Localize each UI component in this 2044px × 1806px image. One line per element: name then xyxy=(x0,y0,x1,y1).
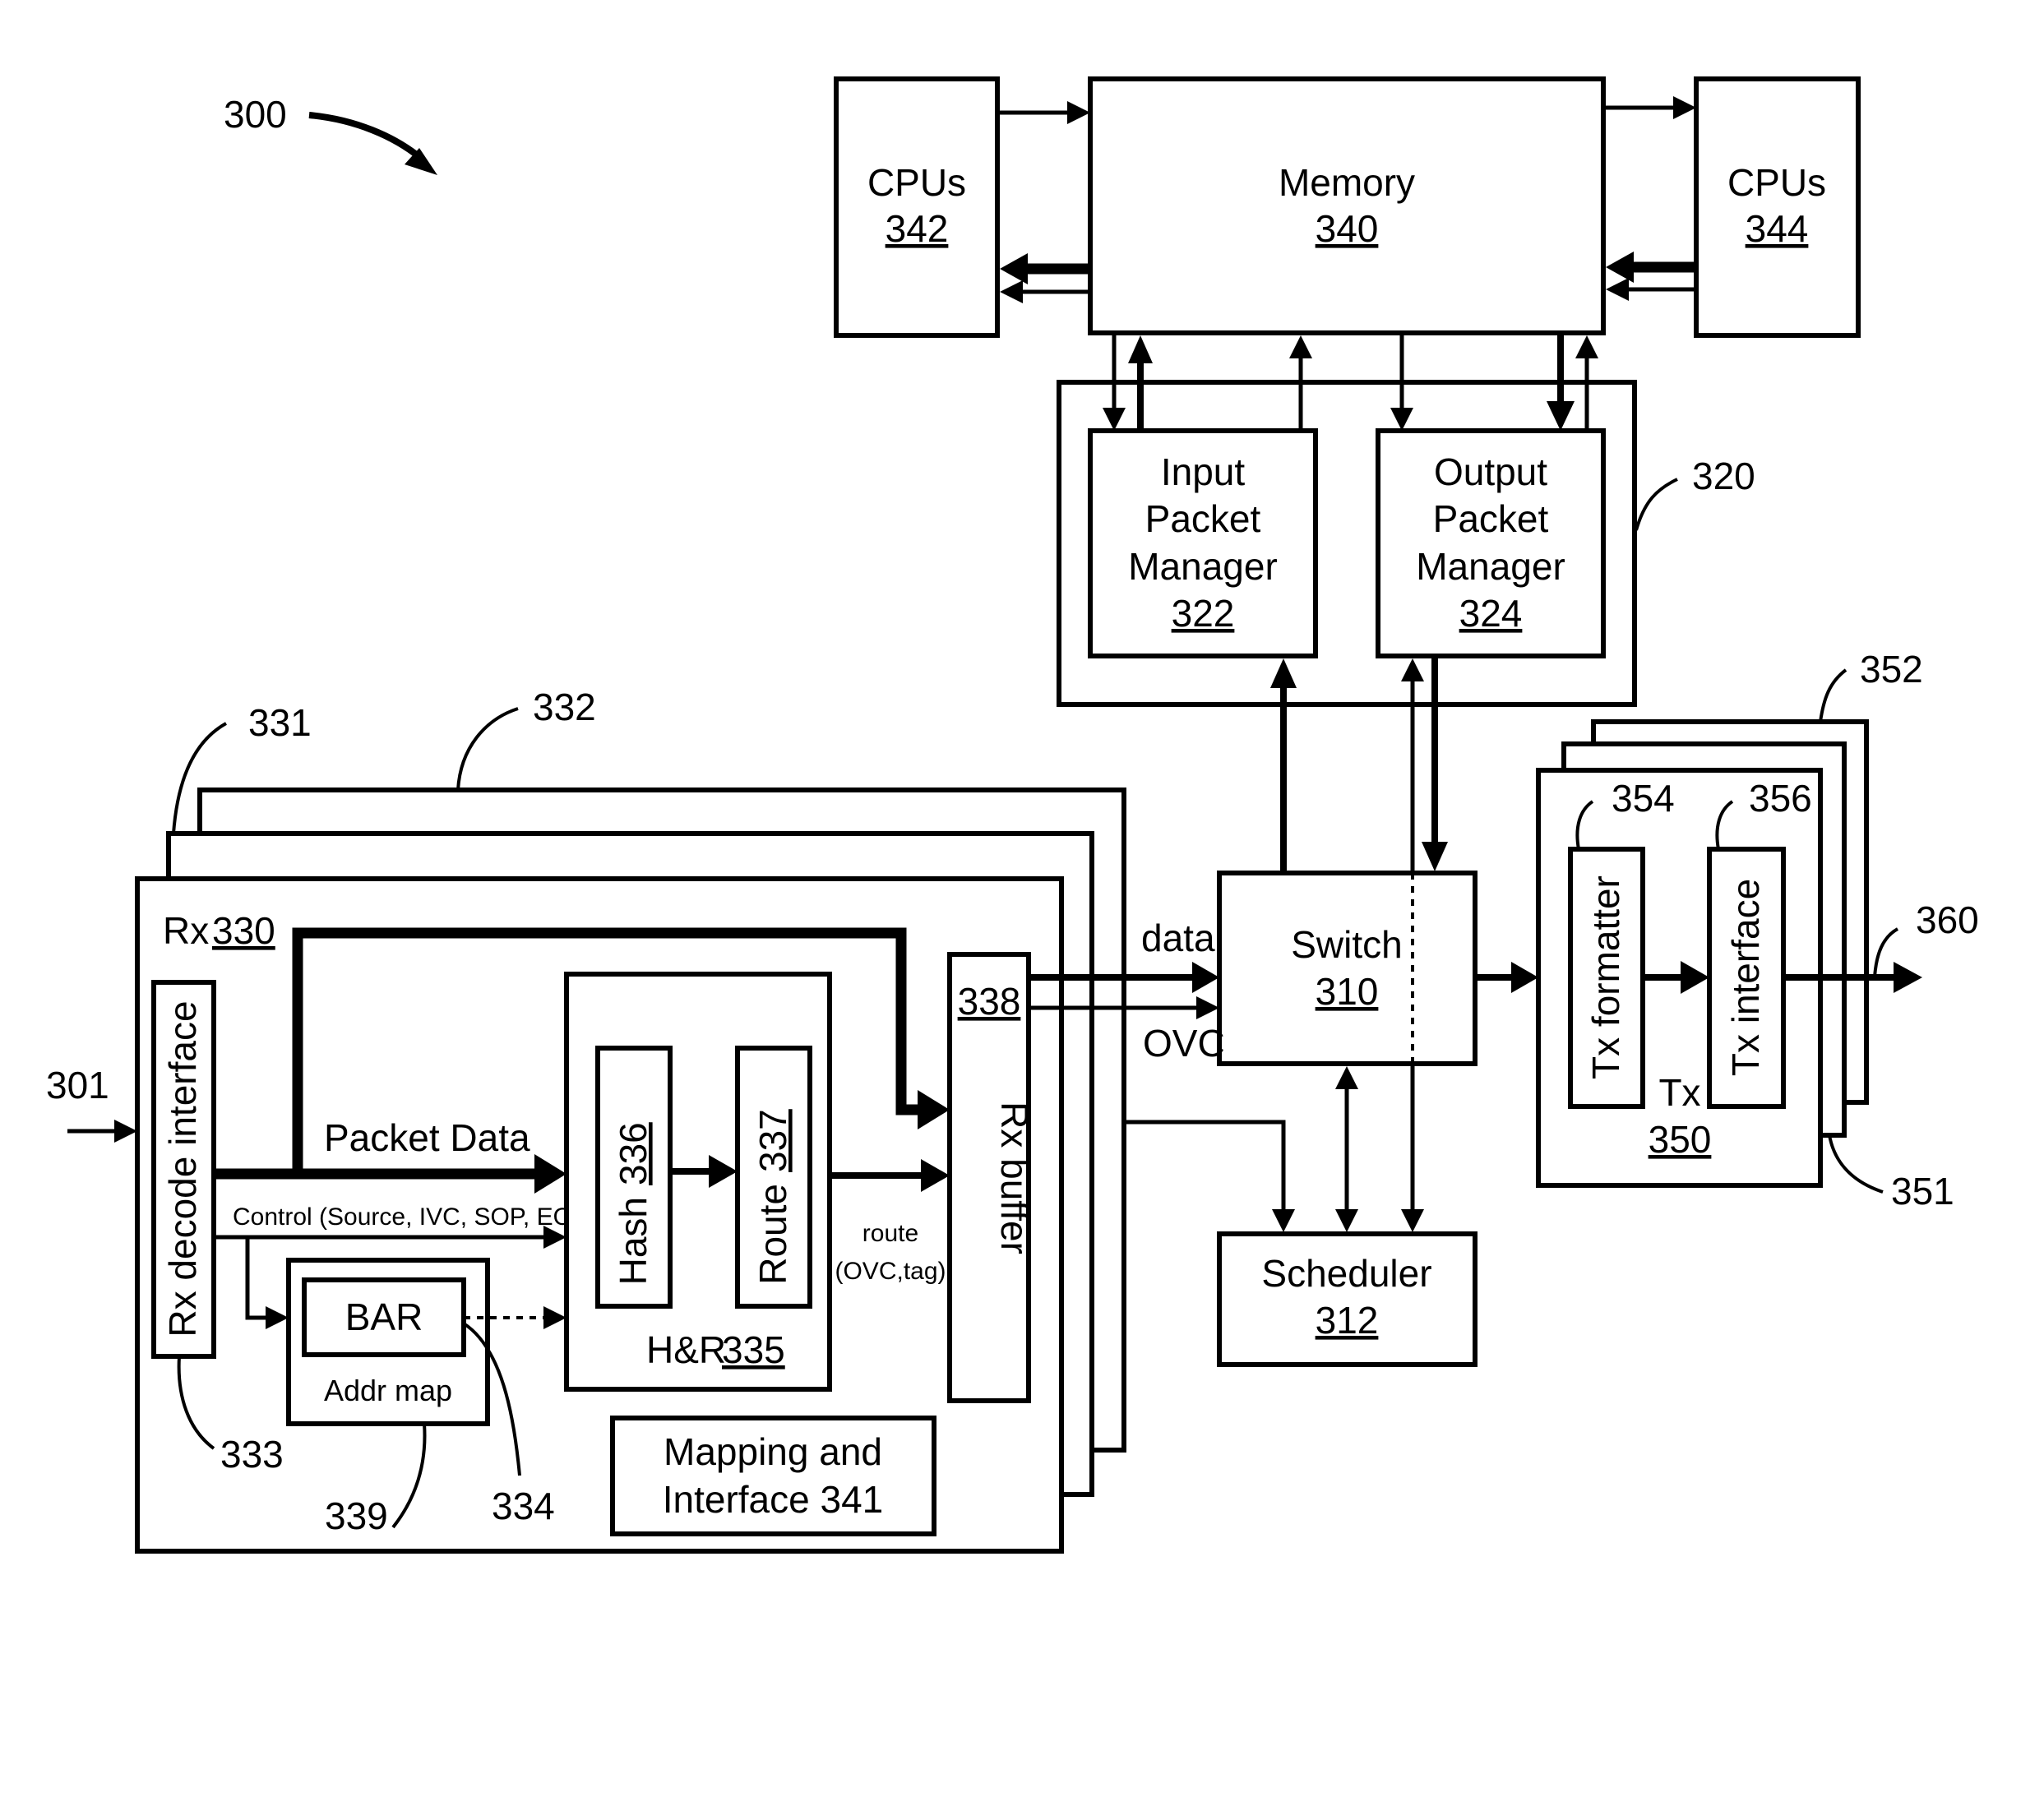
switch-box xyxy=(1217,871,1478,1066)
rx-input: 301 xyxy=(46,1064,137,1143)
tx-interface-ref: 356 xyxy=(1749,777,1812,820)
rx-332-leader xyxy=(456,707,519,791)
rx-decode-interface-ref: 333 xyxy=(220,1433,284,1476)
ovc-label: OVC xyxy=(1143,1022,1225,1065)
switch-ref: 310 xyxy=(1316,970,1379,1013)
tx-title-text: Tx xyxy=(1658,1071,1700,1114)
hash-route-title: H&R xyxy=(646,1328,726,1371)
hash-route-block: H&R 335 Hash 336 Route 337 xyxy=(564,972,832,1392)
rx-332-ref: 332 xyxy=(533,686,596,728)
tx-351-leader xyxy=(1828,1134,1884,1194)
tx-output-arrowhead xyxy=(1894,962,1922,993)
hash-label: Hash xyxy=(612,1197,654,1285)
rx-input-arrowhead xyxy=(114,1120,137,1143)
rx-buffer-block: 338 Rx buffer xyxy=(947,952,1036,1403)
cpus-left-block: CPUs 342 xyxy=(834,76,1000,338)
hash-label-group: Hash 336 xyxy=(612,1122,654,1285)
tx-352-ref: 352 xyxy=(1860,648,1923,691)
tx-formatter-label: Tx formatter xyxy=(1584,875,1627,1079)
mapping-interface-line-1: Mapping and xyxy=(664,1430,882,1473)
rx-331-ref: 331 xyxy=(248,701,312,744)
route-ref: 337 xyxy=(751,1109,794,1172)
scheduler-ref: 312 xyxy=(1316,1299,1379,1342)
data-label: data xyxy=(1141,917,1215,959)
route-label-group: Route 337 xyxy=(751,1109,794,1285)
route-label: Route xyxy=(751,1184,794,1285)
ovc-arrowhead xyxy=(1196,996,1219,1019)
rx-title: Rx 330 xyxy=(163,909,275,952)
cpus-right-block: CPUs 344 xyxy=(1694,76,1861,338)
tx-formatter-ref: 354 xyxy=(1612,777,1675,820)
tx-351-ref: 351 xyxy=(1891,1170,1954,1212)
hash-ref: 336 xyxy=(612,1122,654,1185)
packet-manager-group-ref: 320 xyxy=(1692,455,1755,497)
scheduler-block: Scheduler 312 xyxy=(1217,1231,1478,1367)
cpus-right-ref: 344 xyxy=(1746,207,1809,250)
mapping-interface-block: Mapping and Interface 341 xyxy=(610,1416,936,1536)
mapping-interface-line-2: Interface 341 xyxy=(663,1478,884,1521)
cpus-left-ref: 342 xyxy=(886,207,949,250)
rx-input-ref: 301 xyxy=(46,1064,109,1106)
bar-label: BAR xyxy=(345,1296,423,1338)
tx-352-leader xyxy=(1819,668,1847,723)
input-packet-manager-line-1: Input xyxy=(1161,450,1246,493)
output-packet-manager-block: Output Packet Manager 324 xyxy=(1376,428,1606,658)
rx-buffer-label: Rx buffer xyxy=(993,1102,1036,1254)
tx-interface-label: Tx interface xyxy=(1724,879,1767,1076)
figure-reference: 300 xyxy=(224,93,437,175)
rx-decode-interface-label: Rx decode interface xyxy=(161,1000,204,1337)
addr-map-ref: 339 xyxy=(325,1494,388,1537)
tx-output-ref: 360 xyxy=(1916,898,1979,941)
network-device-block-diagram: 300 CPUs 342 Memory 340 CPUs 344 320 Inp… xyxy=(46,76,1979,1554)
packet-manager-group-leader xyxy=(1635,478,1678,531)
switch-block: Switch 310 xyxy=(1217,871,1478,1066)
input-packet-manager-block: Input Packet Manager 322 xyxy=(1088,428,1318,658)
memory-title: Memory xyxy=(1279,161,1415,204)
rx-ref: 330 xyxy=(212,909,275,952)
control-label: Control (Source, IVC, SOP, EOP) xyxy=(233,1203,597,1231)
addr-map-label: Addr map xyxy=(324,1374,452,1407)
data-arrowhead xyxy=(1192,962,1219,993)
figure-number: 300 xyxy=(224,93,287,136)
packet-data-label: Packet Data xyxy=(324,1116,530,1159)
rx-title-text: Rx xyxy=(163,909,209,952)
hash-route-ref: 335 xyxy=(722,1328,785,1371)
output-packet-manager-line-1: Output xyxy=(1434,450,1547,493)
memory-box xyxy=(1088,76,1606,335)
output-packet-manager-line-2: Packet xyxy=(1433,497,1549,540)
input-packet-manager-line-2: Packet xyxy=(1145,497,1261,540)
scheduler-title: Scheduler xyxy=(1261,1252,1431,1295)
memory-block: Memory 340 xyxy=(1088,76,1606,335)
output-packet-manager-line-3: Manager xyxy=(1416,545,1565,588)
switch-to-tx-arrowhead xyxy=(1511,962,1538,993)
bar-ref: 334 xyxy=(492,1485,555,1527)
route-output-label-1: route xyxy=(862,1220,918,1247)
input-packet-manager-line-3: Manager xyxy=(1128,545,1278,588)
figure-pointer-arrow xyxy=(308,112,426,164)
route-output-label-2: (OVC,tag) xyxy=(835,1258,946,1285)
memory-ref: 340 xyxy=(1316,207,1379,250)
cpus-left-title: CPUs xyxy=(867,161,966,204)
switch-scheduler-connections xyxy=(1092,1064,1424,1232)
rx-buffer-ref: 338 xyxy=(958,980,1021,1023)
cpus-right-title: CPUs xyxy=(1727,161,1826,204)
tx-ref: 350 xyxy=(1649,1118,1712,1161)
switch-title: Switch xyxy=(1291,923,1402,966)
output-packet-manager-ref: 324 xyxy=(1459,592,1523,635)
input-packet-manager-ref: 322 xyxy=(1172,592,1235,635)
switch-to-tx-connection xyxy=(1475,962,1538,993)
